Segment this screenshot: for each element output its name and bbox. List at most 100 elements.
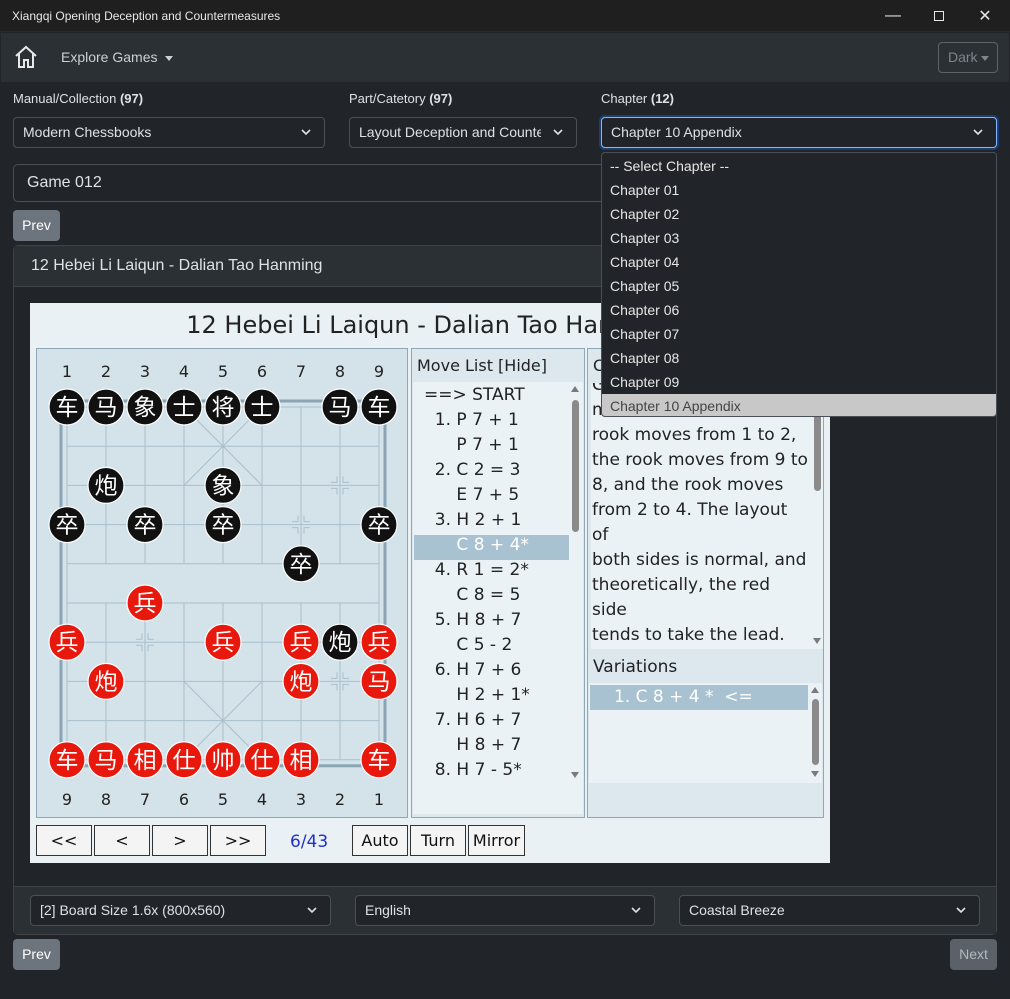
red-piece[interactable]: 马: [87, 741, 125, 779]
move-item[interactable]: 7. H 6 + 7: [414, 710, 569, 735]
prev-button-top[interactable]: Prev: [13, 210, 60, 241]
scroll-down-icon[interactable]: [811, 771, 819, 777]
move-item[interactable]: C 8 = 5: [414, 585, 569, 610]
black-piece[interactable]: 马: [87, 388, 125, 426]
red-piece[interactable]: 兵: [282, 623, 320, 661]
move-item[interactable]: 3. H 2 + 1: [414, 510, 569, 535]
red-piece[interactable]: 炮: [87, 662, 125, 700]
file-label-bottom: 2: [335, 790, 345, 809]
move-list-panel: Move List [Hide] ==> START 1. P 7 + 1 P …: [411, 348, 585, 818]
red-piece[interactable]: 相: [126, 741, 164, 779]
move-item[interactable]: H 2 + 1*: [414, 685, 569, 710]
red-piece[interactable]: 兵: [204, 623, 242, 661]
chapter-option[interactable]: Chapter 01: [602, 178, 996, 202]
move-item[interactable]: E 7 + 5: [414, 485, 569, 510]
theme-toggle-button[interactable]: Dark: [938, 42, 998, 73]
black-piece[interactable]: 卒: [126, 506, 164, 544]
move-item[interactable]: H 8 + 7: [414, 735, 569, 760]
red-piece[interactable]: 兵: [48, 623, 86, 661]
next-button[interactable]: Next: [950, 939, 997, 970]
scroll-down-icon[interactable]: [571, 772, 579, 778]
chapter-option[interactable]: Chapter 04: [602, 250, 996, 274]
black-piece[interactable]: 车: [360, 388, 398, 426]
black-piece[interactable]: 象: [126, 388, 164, 426]
variation-item[interactable]: 1. C 8 + 4 * <=: [590, 685, 808, 710]
black-piece[interactable]: 卒: [282, 545, 320, 583]
explore-games-menu[interactable]: Explore Games: [61, 49, 174, 65]
move-item[interactable]: 4. R 1 = 2*: [414, 560, 569, 585]
black-piece[interactable]: 卒: [48, 506, 86, 544]
home-icon[interactable]: [13, 45, 39, 69]
chapter-option[interactable]: Chapter 06: [602, 298, 996, 322]
black-piece[interactable]: 士: [243, 388, 281, 426]
red-piece[interactable]: 兵: [360, 623, 398, 661]
black-piece[interactable]: 炮: [321, 623, 359, 661]
chapter-select[interactable]: Chapter 10 Appendix: [601, 117, 997, 148]
prev-move-button[interactable]: <: [94, 825, 150, 856]
manual-select[interactable]: Modern Chessbooks: [13, 117, 325, 148]
move-item[interactable]: P 7 + 1: [414, 435, 569, 460]
black-piece[interactable]: 卒: [360, 506, 398, 544]
black-piece[interactable]: 炮: [87, 466, 125, 504]
move-list[interactable]: ==> START 1. P 7 + 1 P 7 + 1 2. C 2 = 3 …: [413, 382, 583, 814]
next-move-button[interactable]: >: [152, 825, 208, 856]
move-item[interactable]: C 8 + 4*: [414, 535, 569, 560]
theme-select[interactable]: Coastal Breeze: [679, 895, 980, 926]
black-piece[interactable]: 车: [48, 388, 86, 426]
red-piece[interactable]: 兵: [126, 584, 164, 622]
file-label-bottom: 9: [62, 790, 72, 809]
prev-button-bottom[interactable]: Prev: [13, 939, 60, 970]
chapter-option[interactable]: Chapter 09: [602, 370, 996, 394]
black-piece[interactable]: 将: [204, 388, 242, 426]
black-piece[interactable]: 士: [165, 388, 203, 426]
move-list-header[interactable]: Move List [Hide]: [412, 349, 584, 381]
move-list-scrollbar[interactable]: [569, 382, 581, 814]
black-piece[interactable]: 卒: [204, 506, 242, 544]
black-piece[interactable]: 象: [204, 466, 242, 504]
red-piece[interactable]: 炮: [282, 662, 320, 700]
variations-scrollbar[interactable]: [809, 683, 821, 781]
black-piece[interactable]: 马: [321, 388, 359, 426]
minimize-icon[interactable]: —: [870, 0, 916, 32]
scroll-thumb[interactable]: [572, 400, 579, 532]
part-select[interactable]: Layout Deception and Counte: [349, 117, 577, 148]
move-item[interactable]: 5. H 8 + 7: [414, 610, 569, 635]
move-item[interactable]: C 5 - 2: [414, 635, 569, 660]
auto-play-button[interactable]: Auto: [352, 825, 408, 856]
red-piece[interactable]: 车: [48, 741, 86, 779]
close-icon[interactable]: ✕: [962, 0, 1008, 32]
mirror-board-button[interactable]: Mirror: [468, 825, 525, 856]
move-item[interactable]: 8. H 7 - 5*: [414, 760, 569, 785]
red-piece[interactable]: 帅: [204, 741, 242, 779]
first-move-button[interactable]: <<: [36, 825, 92, 856]
xiangqi-board[interactable]: 1 2 3 4 5 6 7 8 99 8 7 6 5 4 3 2 1车马象士将士马车炮 象卒卒卒卒卒兵兵兵兵炮兵炮…: [37, 349, 409, 819]
chapter-option[interactable]: Chapter 08: [602, 346, 996, 370]
scroll-up-icon[interactable]: [571, 386, 579, 392]
chapter-option[interactable]: Chapter 03: [602, 226, 996, 250]
file-label-bottom: 1: [374, 790, 384, 809]
turn-board-button[interactable]: Turn: [410, 825, 466, 856]
scroll-down-icon[interactable]: [813, 638, 821, 644]
move-item[interactable]: 6. H 7 + 6: [414, 660, 569, 685]
board-size-select[interactable]: [2] Board Size 1.6x (800x560): [30, 895, 331, 926]
chapter-option[interactable]: Chapter 10 Appendix: [602, 394, 996, 416]
red-piece[interactable]: 仕: [243, 741, 281, 779]
red-piece[interactable]: 相: [282, 741, 320, 779]
scroll-thumb[interactable]: [812, 699, 819, 765]
chapter-dropdown[interactable]: -- Select Chapter -- Chapter 01 Chapter 02…: [601, 152, 997, 417]
chapter-option[interactable]: -- Select Chapter --: [602, 154, 996, 178]
language-select[interactable]: English: [355, 895, 655, 926]
chapter-option[interactable]: Chapter 02: [602, 202, 996, 226]
scroll-up-icon[interactable]: [811, 687, 819, 693]
move-item[interactable]: 1. P 7 + 1: [414, 410, 569, 435]
red-piece[interactable]: 马: [360, 662, 398, 700]
maximize-icon[interactable]: [916, 0, 962, 32]
last-move-button[interactable]: >>: [210, 825, 266, 856]
chapter-option[interactable]: Chapter 07: [602, 322, 996, 346]
red-piece[interactable]: 仕: [165, 741, 203, 779]
move-item[interactable]: 2. C 2 = 3: [414, 460, 569, 485]
chapter-option[interactable]: Chapter 05: [602, 274, 996, 298]
move-item[interactable]: ==> START: [414, 385, 569, 410]
red-piece[interactable]: 车: [360, 741, 398, 779]
comment-scrollbar[interactable]: [811, 383, 823, 649]
